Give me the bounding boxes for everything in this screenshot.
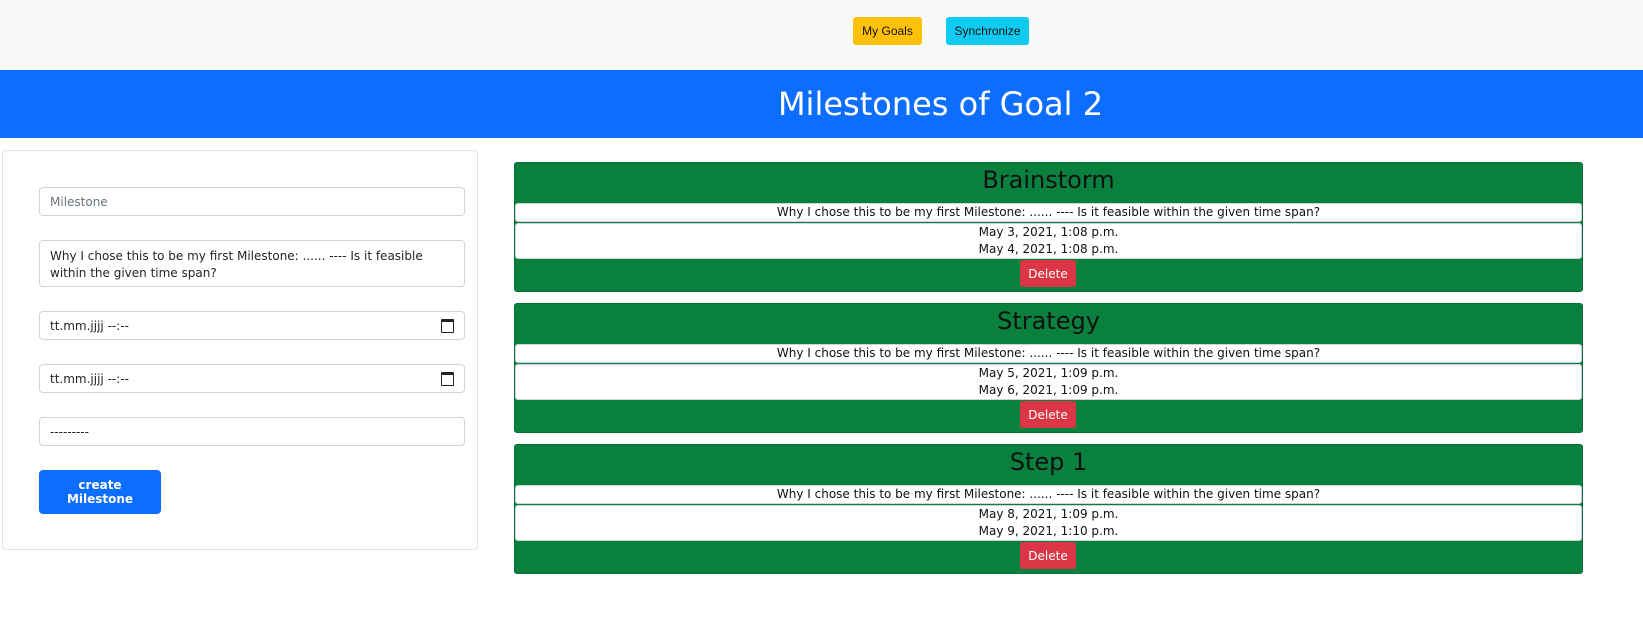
- milestone-end-date: May 9, 2021, 1:10 p.m.: [978, 524, 1119, 538]
- delete-button[interactable]: Delete: [1020, 401, 1076, 428]
- milestone-form: Why I chose this to be my first Mileston…: [2, 150, 478, 550]
- delete-button[interactable]: Delete: [1020, 260, 1076, 287]
- milestone-card: Strategy Why I chose this to be my first…: [514, 303, 1583, 433]
- milestone-end-date: May 6, 2021, 1:09 p.m.: [978, 383, 1119, 397]
- delete-button[interactable]: Delete: [1020, 542, 1076, 569]
- goal-select[interactable]: ---------: [39, 417, 465, 446]
- page-banner: Milestones of Goal 2: [0, 70, 1643, 138]
- milestone-card: Step 1 Why I chose this to be my first M…: [514, 444, 1583, 574]
- calendar-icon[interactable]: [441, 318, 454, 333]
- create-milestone-button[interactable]: create Milestone: [39, 470, 161, 514]
- end-date-input[interactable]: tt.mm.jjjj --:--: [39, 364, 465, 393]
- milestone-card: Brainstorm Why I chose this to be my fir…: [514, 162, 1583, 292]
- milestone-title: Step 1: [1009, 448, 1088, 476]
- milestone-description: Why I chose this to be my first Mileston…: [515, 485, 1582, 504]
- milestone-description: Why I chose this to be my first Mileston…: [515, 203, 1582, 222]
- milestone-start-date: May 5, 2021, 1:09 p.m.: [978, 366, 1119, 380]
- synchronize-button[interactable]: Synchronize: [946, 17, 1029, 45]
- milestone-start-date: May 8, 2021, 1:09 p.m.: [978, 507, 1119, 521]
- milestone-end-date: May 4, 2021, 1:08 p.m.: [978, 242, 1119, 256]
- milestone-title: Brainstorm: [982, 166, 1115, 194]
- page-title: Milestones of Goal 2: [777, 85, 1104, 123]
- milestone-input[interactable]: [39, 187, 465, 216]
- goal-select-value: ---------: [50, 424, 89, 439]
- milestone-title: Strategy: [997, 307, 1100, 335]
- top-navbar: My Goals Synchronize: [0, 0, 1643, 70]
- calendar-icon[interactable]: [441, 371, 454, 386]
- start-date-value: tt.mm.jjjj --:--: [50, 318, 129, 333]
- milestone-dates: May 3, 2021, 1:08 p.m. May 4, 2021, 1:08…: [515, 223, 1582, 259]
- milestone-dates: May 5, 2021, 1:09 p.m. May 6, 2021, 1:09…: [515, 364, 1582, 400]
- milestone-description: Why I chose this to be my first Mileston…: [515, 344, 1582, 363]
- milestone-dates: May 8, 2021, 1:09 p.m. May 9, 2021, 1:10…: [515, 505, 1582, 541]
- start-date-input[interactable]: tt.mm.jjjj --:--: [39, 311, 465, 340]
- my-goals-button[interactable]: My Goals: [853, 17, 922, 45]
- description-textarea[interactable]: Why I chose this to be my first Mileston…: [39, 240, 465, 287]
- milestone-start-date: May 3, 2021, 1:08 p.m.: [978, 225, 1119, 239]
- end-date-value: tt.mm.jjjj --:--: [50, 371, 129, 386]
